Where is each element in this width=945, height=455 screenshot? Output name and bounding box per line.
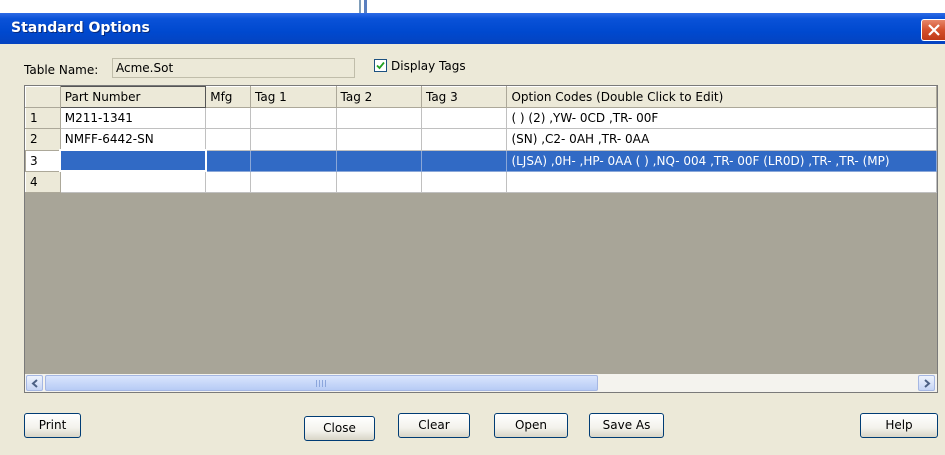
options-table: Part Number Mfg Tag 1 Tag 2 Tag 3 Option… — [25, 86, 937, 193]
corner-cell[interactable] — [25, 86, 61, 108]
cell-mfg[interactable] — [205, 149, 252, 172]
cell-tag1[interactable] — [250, 170, 337, 193]
cell-option-codes[interactable]: ( ) (2) ,YW- 0CD ,TR- 00F — [506, 107, 937, 129]
standard-options-dialog: Standard Options Table Name: Acme.Sot Di… — [0, 13, 945, 455]
open-button[interactable]: Open — [494, 413, 568, 438]
cell-tag2[interactable] — [335, 107, 422, 129]
help-button[interactable]: Help — [860, 413, 938, 438]
cell-part-number[interactable] — [59, 149, 207, 172]
cell-option-codes[interactable]: (SN) ,C2- 0AH ,TR- 0AA — [506, 128, 937, 151]
checkbox-box[interactable] — [374, 59, 387, 72]
column-header-tag3[interactable]: Tag 3 — [420, 86, 508, 108]
cell-mfg[interactable] — [205, 107, 252, 129]
cell-part-number[interactable]: NMFF-6442-SN — [59, 128, 207, 151]
cell-part-number[interactable] — [59, 170, 207, 193]
background-window-strip — [0, 0, 945, 13]
cell-mfg[interactable] — [205, 170, 252, 193]
row-number[interactable]: 2 — [25, 128, 61, 151]
display-tags-label: Display Tags — [391, 59, 466, 73]
scroll-right-button[interactable] — [918, 375, 935, 391]
table-row[interactable]: 2 NMFF-6442-SN (SN) ,C2- 0AH ,TR- 0AA — [25, 128, 937, 151]
cell-tag3[interactable] — [420, 170, 508, 193]
close-window-button[interactable] — [921, 19, 945, 41]
cell-tag3[interactable] — [420, 149, 508, 172]
arrow-left-icon — [31, 379, 38, 388]
column-header-option-codes[interactable]: Option Codes (Double Click to Edit) — [506, 86, 937, 108]
background-divider-2 — [364, 0, 367, 13]
table-row[interactable]: 4 — [25, 170, 937, 193]
cell-tag1[interactable] — [250, 107, 337, 129]
scroll-grip — [316, 380, 326, 387]
row-number[interactable]: 1 — [25, 107, 61, 129]
cell-part-number[interactable]: M211-1341 — [59, 107, 207, 129]
background-divider — [359, 0, 361, 13]
row-number[interactable]: 3 — [25, 149, 61, 172]
header-row: Part Number Mfg Tag 1 Tag 2 Tag 3 Option… — [25, 86, 937, 108]
cell-option-codes[interactable] — [506, 170, 937, 193]
checkmark-icon — [376, 61, 385, 70]
cell-tag2[interactable] — [335, 128, 422, 151]
cell-tag3[interactable] — [420, 107, 508, 129]
column-header-mfg[interactable]: Mfg — [205, 86, 252, 108]
title-bar[interactable]: Standard Options — [0, 13, 945, 44]
cell-tag1[interactable] — [250, 128, 337, 151]
close-icon — [928, 24, 940, 36]
table-row[interactable]: 1 M211-1341 ( ) (2) ,YW- 0CD ,TR- 00F — [25, 107, 937, 129]
options-grid[interactable]: Part Number Mfg Tag 1 Tag 2 Tag 3 Option… — [24, 85, 938, 393]
clear-button[interactable]: Clear — [398, 413, 470, 438]
scroll-left-button[interactable] — [26, 375, 43, 391]
window-title: Standard Options — [11, 20, 150, 36]
arrow-right-icon — [924, 379, 931, 388]
horizontal-scrollbar[interactable] — [25, 374, 937, 392]
table-name-label: Table Name: — [24, 63, 99, 77]
cell-mfg[interactable] — [205, 128, 252, 151]
cell-option-codes[interactable]: (LJSA) ,0H- ,HP- 0AA ( ) ,NQ- 004 ,TR- 0… — [506, 149, 937, 172]
table-row-selected[interactable]: 3 (LJSA) ,0H- ,HP- 0AA ( ) ,NQ- 004 ,TR-… — [25, 149, 937, 172]
cell-tag2[interactable] — [335, 149, 422, 172]
cell-tag3[interactable] — [420, 128, 508, 151]
close-button[interactable]: Close — [304, 416, 375, 441]
column-header-part-number[interactable]: Part Number — [59, 86, 207, 108]
table-name-field: Acme.Sot — [112, 58, 355, 78]
row-number[interactable]: 4 — [25, 170, 61, 193]
save-as-button[interactable]: Save As — [589, 413, 664, 438]
print-button[interactable]: Print — [24, 413, 81, 438]
scroll-thumb[interactable] — [45, 375, 598, 391]
column-header-tag2[interactable]: Tag 2 — [335, 86, 422, 108]
cell-tag2[interactable] — [335, 170, 422, 193]
cell-tag1[interactable] — [250, 149, 337, 172]
column-header-tag1[interactable]: Tag 1 — [250, 86, 337, 108]
